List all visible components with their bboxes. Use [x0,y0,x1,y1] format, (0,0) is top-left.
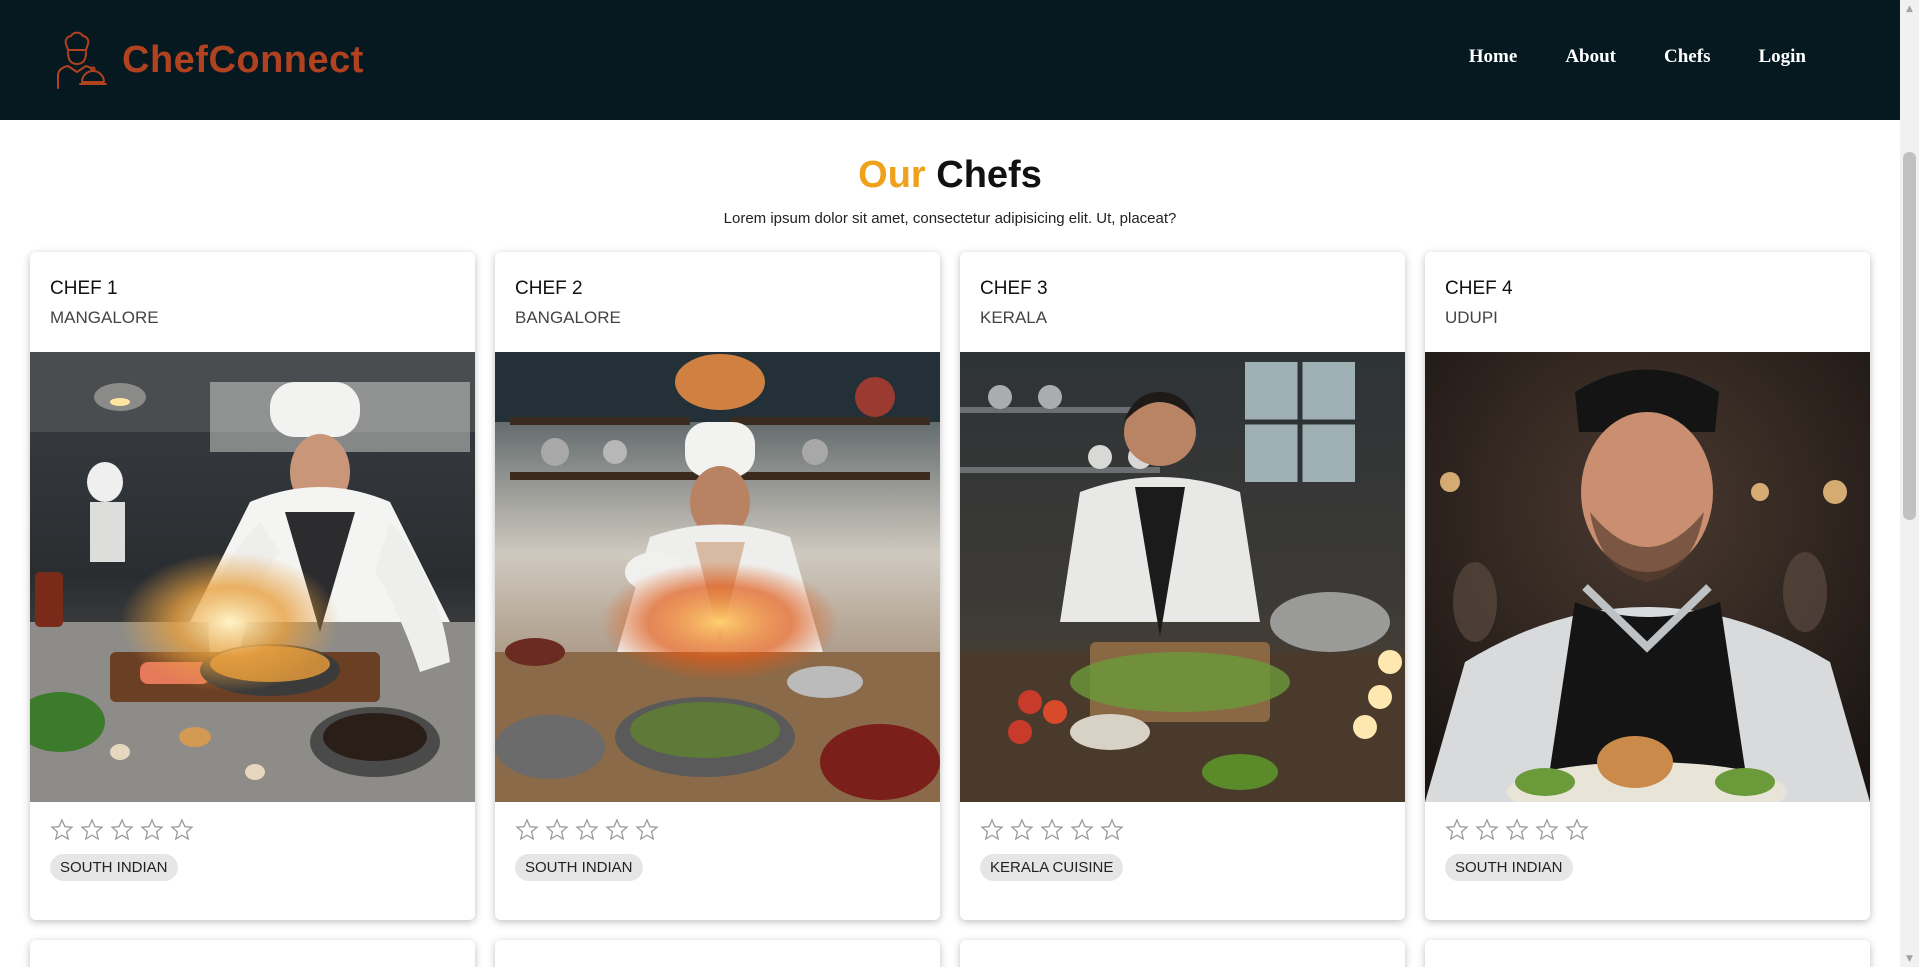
star-icon[interactable] [80,818,104,842]
chef-name: CHEF 2 [515,278,583,299]
brand-logo[interactable]: ChefConnect [52,30,364,90]
section-title: Our Chefs [0,154,1900,197]
chef-card[interactable]: CHEF 1 MANGALORE SOUTH INDIAN [30,252,475,920]
chef-city: UDUPI [1445,308,1498,327]
rating-stars [980,818,1385,842]
chef-portrait-black-apron-photo [1425,352,1870,802]
page: ChefConnect Home About Chefs Login Our C… [0,0,1900,967]
chef-name: CHEF 1 [50,278,118,299]
star-icon[interactable] [1535,818,1559,842]
chef-card[interactable] [960,940,1405,967]
section-subtitle: Lorem ipsum dolor sit amet, consectetur … [723,210,1177,227]
star-icon[interactable] [1505,818,1529,842]
star-icon[interactable] [50,818,74,842]
chef-card-footer: SOUTH INDIAN [1425,802,1870,920]
vertical-scrollbar[interactable]: ▲ ▼ [1900,0,1919,967]
section-title-accent: Our [858,154,926,196]
star-icon[interactable] [515,818,539,842]
rating-stars [515,818,920,842]
star-icon[interactable] [1100,818,1124,842]
chef-serving-cloche-icon [57,31,107,89]
nav-home-link[interactable]: Home [1469,46,1518,68]
star-icon[interactable] [140,818,164,842]
nav-about-link[interactable]: About [1565,46,1616,68]
chef-card[interactable] [1425,940,1870,967]
chef-card-header: CHEF 2 BANGALORE [495,252,940,352]
chef-card-header: CHEF 1 MANGALORE [30,252,475,352]
star-icon[interactable] [1445,818,1469,842]
nav-login-link[interactable]: Login [1758,46,1806,68]
chef-card-footer: KERALA CUISINE [960,802,1405,920]
star-icon[interactable] [170,818,194,842]
top-navbar: ChefConnect Home About Chefs Login [0,0,1900,120]
section-title-main: Chefs [936,154,1042,196]
scroll-up-arrow-icon[interactable]: ▲ [1900,0,1919,17]
chef-chopping-vegetables-photo [960,352,1405,802]
chef-card[interactable]: CHEF 2 BANGALORE SOUTH INDIAN [495,252,940,920]
chef-card[interactable] [495,940,940,967]
brand-name: ChefConnect [122,38,364,81]
cuisine-tag: SOUTH INDIAN [50,854,178,881]
chef-name: CHEF 4 [1445,278,1513,299]
star-icon[interactable] [1475,818,1499,842]
chef-card-footer: SOUTH INDIAN [495,802,940,920]
star-icon[interactable] [1010,818,1034,842]
chef-card[interactable] [30,940,475,967]
star-icon[interactable] [605,818,629,842]
chef-city: MANGALORE [50,308,159,327]
scrollbar-thumb[interactable] [1903,152,1916,520]
chef-city: KERALA [980,308,1048,327]
cuisine-tag: SOUTH INDIAN [515,854,643,881]
chef-card[interactable]: CHEF 4 UDUPI SOUTH INDIAN [1425,252,1870,920]
rating-stars [1445,818,1850,842]
chef-card-grid: CHEF 1 MANGALORE SOUTH INDIAN CHEF 2 BAN… [30,252,1870,967]
chef-card-header: CHEF 3 KERALA [960,252,1405,352]
chef-name: CHEF 3 [980,278,1048,299]
chef-card-header: CHEF 4 UDUPI [1425,252,1870,352]
cuisine-tag: SOUTH INDIAN [1445,854,1573,881]
main-nav: Home About Chefs Login [1469,46,1806,68]
rating-stars [50,818,455,842]
star-icon[interactable] [1070,818,1094,842]
star-icon[interactable] [1040,818,1064,842]
chef-cooking-sizzling-pan-photo [30,352,475,802]
chef-tossing-wok-flames-photo [495,352,940,802]
nav-chefs-link[interactable]: Chefs [1664,46,1710,68]
star-icon[interactable] [1565,818,1589,842]
star-icon[interactable] [635,818,659,842]
cuisine-tag: KERALA CUISINE [980,854,1124,881]
chef-city: BANGALORE [515,308,621,327]
star-icon[interactable] [980,818,1004,842]
star-icon[interactable] [545,818,569,842]
chef-card-footer: SOUTH INDIAN [30,802,475,920]
scroll-down-arrow-icon[interactable]: ▼ [1900,950,1919,967]
chef-card[interactable]: CHEF 3 KERALA KERALA CUISINE [960,252,1405,920]
star-icon[interactable] [110,818,134,842]
star-icon[interactable] [575,818,599,842]
